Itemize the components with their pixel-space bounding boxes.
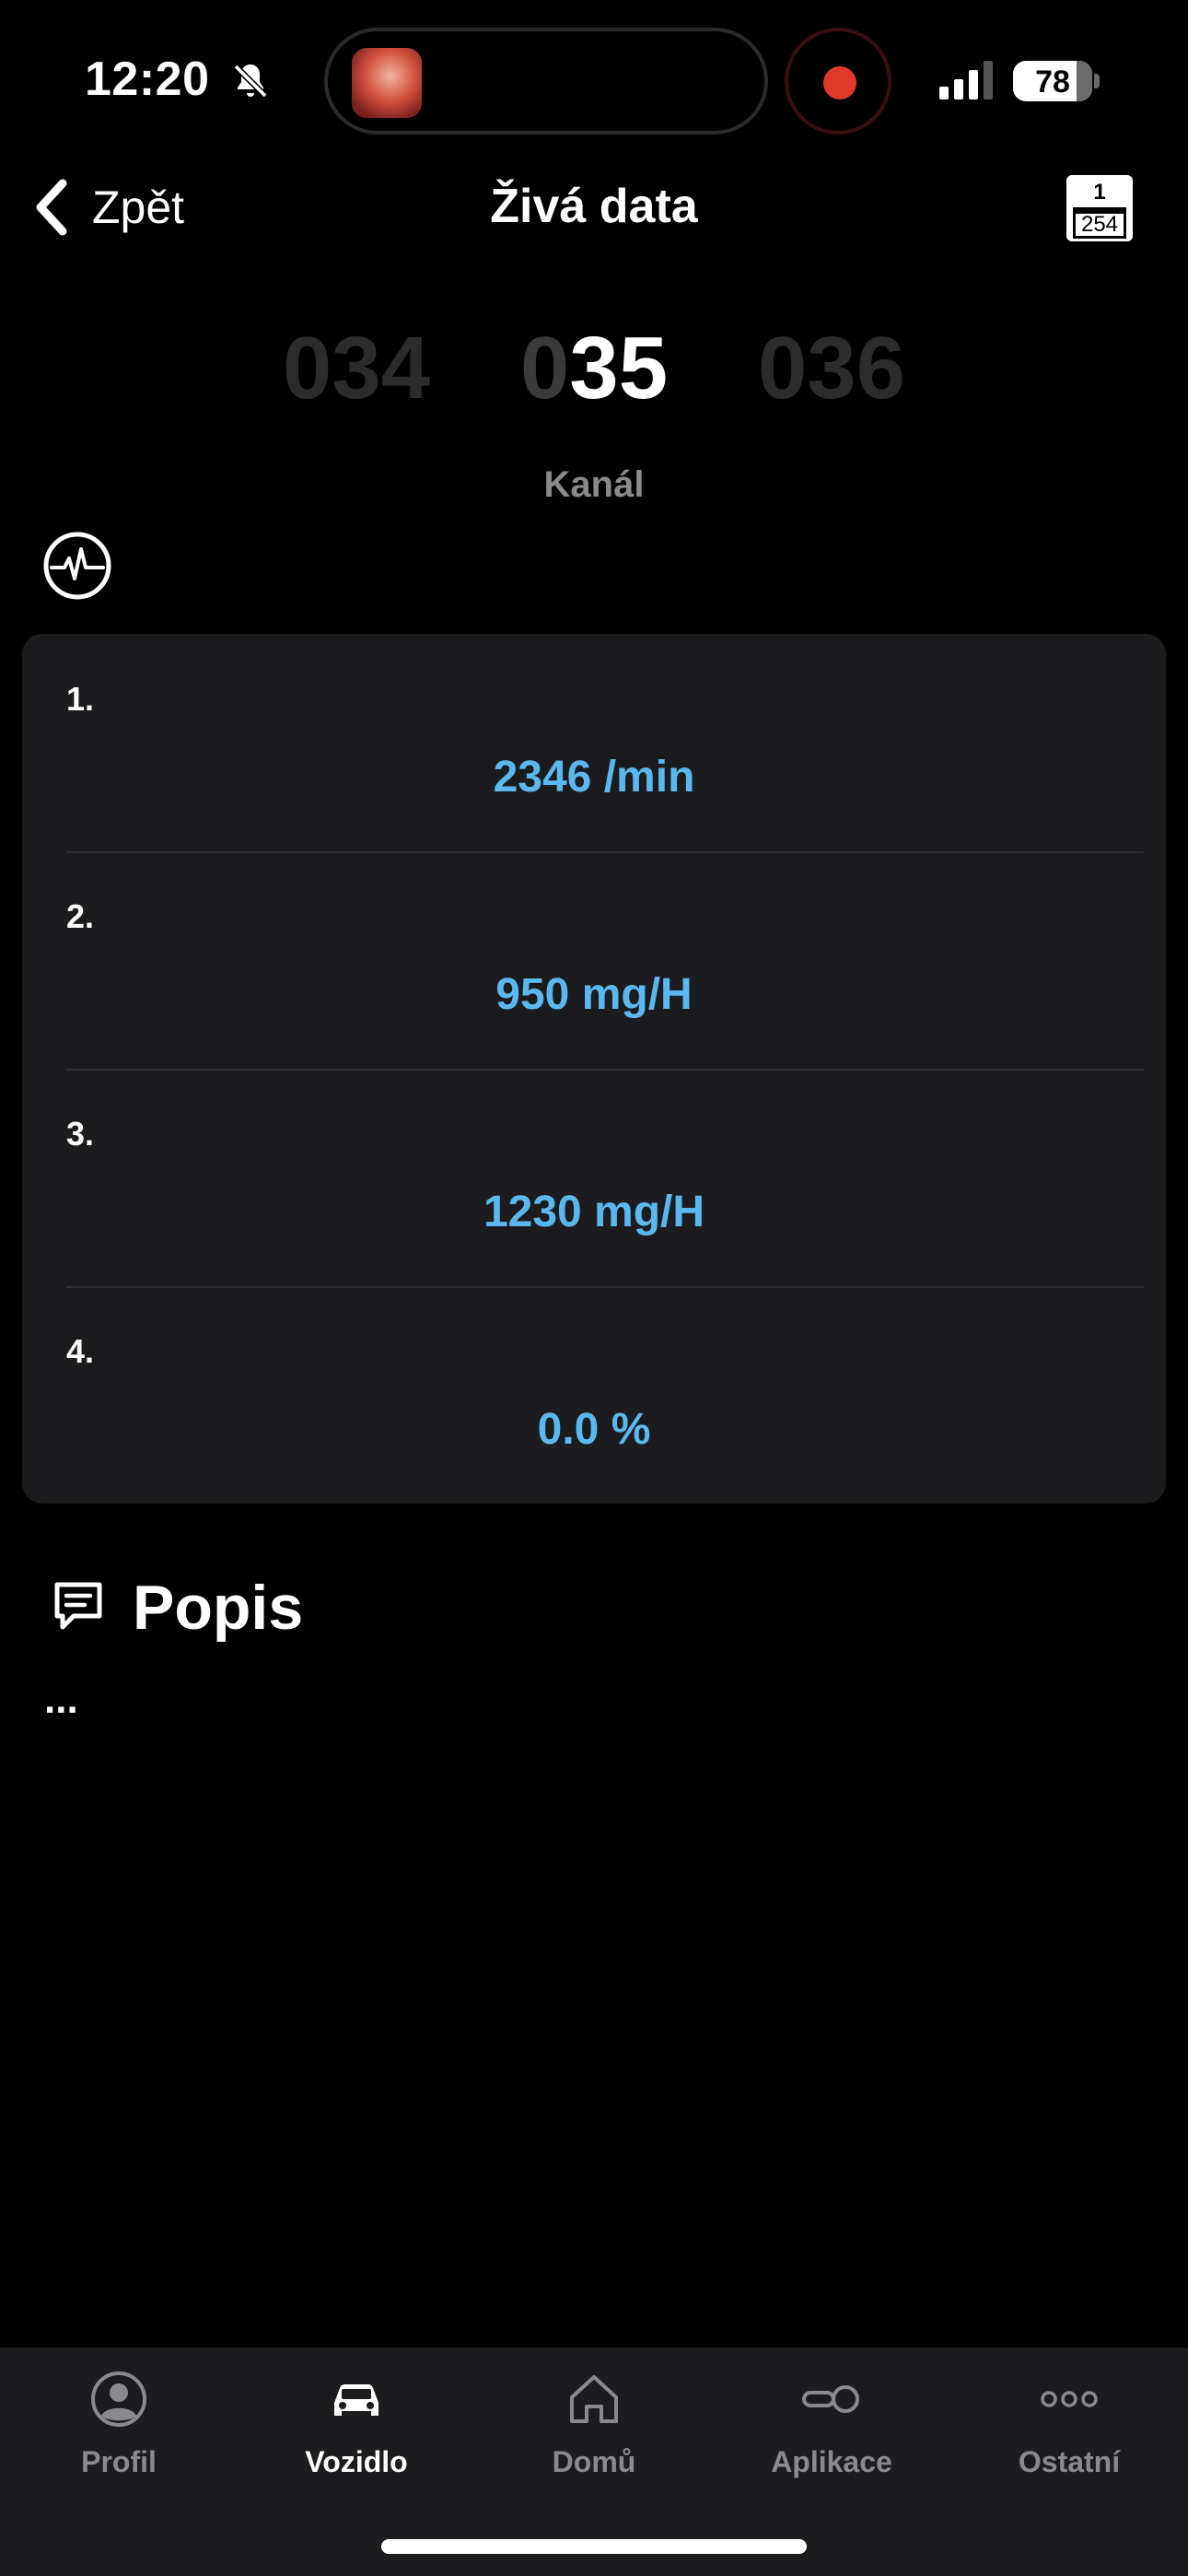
row-value: 1230 mg/H [483, 1188, 705, 1236]
row-index: 4. [66, 1332, 95, 1370]
page-title: Živá data [490, 180, 698, 233]
signal-icon [939, 61, 993, 100]
data-row[interactable]: 1. 2346 /min [66, 634, 1122, 851]
bell-slash-icon [233, 64, 268, 99]
data-row[interactable]: 3. 1230 mg/H [66, 1069, 1122, 1286]
battery-tip [1094, 74, 1100, 88]
home-icon [570, 2375, 618, 2423]
comment-icon [54, 1582, 102, 1630]
channel-current[interactable]: 035 [502, 313, 686, 424]
tab-ostatni[interactable]: Ostatní [950, 2370, 1188, 2508]
app-avatar [352, 48, 422, 118]
profile-icon [91, 2371, 146, 2427]
tab-vozidlo[interactable]: Vozidlo [238, 2370, 475, 2508]
battery-icon: 78 [1013, 61, 1092, 101]
dynamic-island[interactable] [324, 28, 768, 135]
battery-level: 78 [1035, 64, 1070, 100]
range-top: 1 [1093, 180, 1106, 205]
description-title: Popis [133, 1573, 304, 1643]
row-value: 950 mg/H [495, 970, 693, 1019]
status-time: 12:20 [85, 53, 210, 106]
channel-prev[interactable]: 034 [264, 313, 448, 424]
toggle-icon [802, 2385, 859, 2413]
row-index: 2. [66, 897, 95, 935]
tab-label: Domů [552, 2445, 636, 2478]
description-text: ... [44, 1677, 78, 1722]
row-index: 3. [66, 1115, 95, 1153]
tab-domu[interactable]: Domů [475, 2370, 713, 2508]
pulse-icon[interactable] [42, 531, 112, 601]
home-indicator[interactable] [381, 2539, 807, 2554]
channel-picker[interactable]: 034 035 036 [0, 313, 1188, 424]
row-value: 0.0 % [537, 1405, 651, 1454]
row-index: 1. [66, 680, 95, 718]
data-row[interactable]: 2. 950 mg/H [66, 851, 1122, 1069]
tab-aplikace[interactable]: Aplikace [713, 2370, 950, 2508]
car-icon [334, 2384, 379, 2416]
data-row[interactable]: 4. 0.0 % [66, 1286, 1122, 1504]
channel-current-number: 35 [569, 319, 669, 417]
tab-label: Ostatní [1018, 2445, 1121, 2478]
channel-next[interactable]: 036 [740, 313, 924, 424]
live-data-card: 1. 2346 /min 2. 950 mg/H 3. 1230 mg/H 4.… [22, 634, 1166, 1504]
screen-record-indicator[interactable] [785, 28, 891, 135]
range-bottom: 254 [1073, 211, 1126, 239]
channel-current-prefix: 0 [519, 319, 570, 417]
channel-label: Kanál [543, 464, 645, 505]
more-icon [1041, 2391, 1098, 2407]
status-bar: 12:20 78 [0, 0, 1188, 161]
tab-profil[interactable]: Profil [0, 2370, 238, 2508]
tab-label: Vozidlo [305, 2445, 408, 2478]
row-value: 2346 /min [493, 753, 695, 802]
channel-range-button[interactable]: 1 254 [1066, 175, 1133, 241]
tab-label: Aplikace [771, 2445, 892, 2478]
record-icon [823, 66, 856, 100]
tab-label: Profil [81, 2445, 157, 2478]
